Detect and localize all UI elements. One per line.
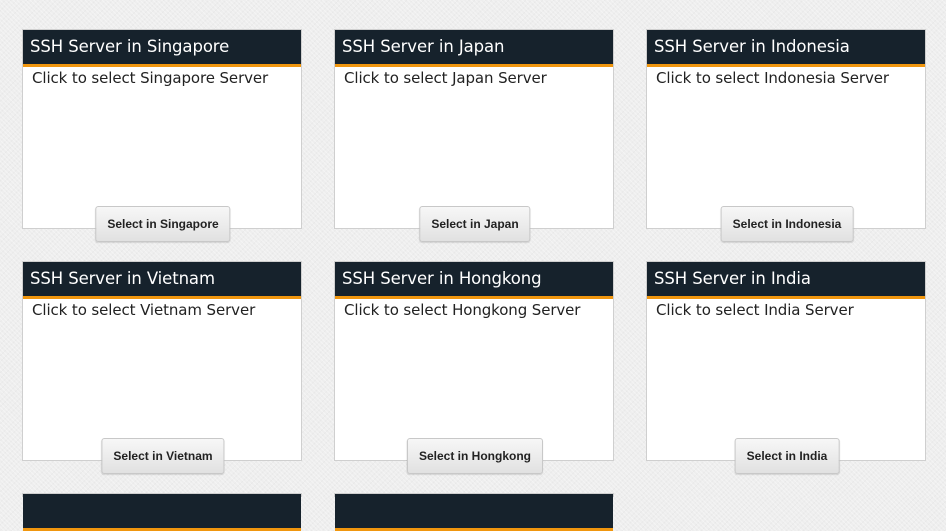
select-japan-button[interactable]: Select in Japan <box>419 206 531 242</box>
card-description[interactable]: Click to select Indonesia Server <box>647 67 925 87</box>
card-header <box>23 494 301 531</box>
card-title: SSH Server in India <box>654 269 811 288</box>
select-indonesia-button[interactable]: Select in Indonesia <box>720 206 854 242</box>
button-label: Select in India <box>746 449 828 463</box>
server-card-japan: SSH Server in Japan Click to select Japa… <box>334 29 614 242</box>
card-header: SSH Server in India <box>647 262 925 299</box>
card-header: SSH Server in Japan <box>335 30 613 67</box>
card-title: SSH Server in Vietnam <box>30 269 215 288</box>
button-label: Select in Japan <box>431 217 519 231</box>
select-singapore-button[interactable]: Select in Singapore <box>95 206 231 242</box>
server-card-hongkong: SSH Server in Hongkong Click to select H… <box>334 261 614 474</box>
button-label: Select in Indonesia <box>732 217 842 231</box>
card-title: SSH Server in Indonesia <box>654 37 850 56</box>
card-description[interactable]: Click to select Singapore Server <box>23 67 301 87</box>
server-card-india: SSH Server in India Click to select Indi… <box>646 261 926 474</box>
select-hongkong-button[interactable]: Select in Hongkong <box>406 438 544 474</box>
button-label: Select in Singapore <box>107 217 219 231</box>
server-card-partial <box>334 493 614 531</box>
server-card-partial <box>22 493 302 531</box>
select-india-button[interactable]: Select in India <box>734 438 840 474</box>
card-description[interactable]: Click to select Hongkong Server <box>335 299 613 319</box>
card-header: SSH Server in Vietnam <box>23 262 301 299</box>
card-description[interactable]: Click to select India Server <box>647 299 925 319</box>
card-header <box>335 494 613 531</box>
card-description[interactable]: Click to select Vietnam Server <box>23 299 301 319</box>
button-label: Select in Vietnam <box>113 449 213 463</box>
card-description[interactable]: Click to select Japan Server <box>335 67 613 87</box>
select-vietnam-button[interactable]: Select in Vietnam <box>101 438 225 474</box>
server-card-vietnam: SSH Server in Vietnam Click to select Vi… <box>22 261 302 474</box>
card-title: SSH Server in Japan <box>342 37 505 56</box>
card-title: SSH Server in Singapore <box>30 37 230 56</box>
button-label: Select in Hongkong <box>418 449 532 463</box>
card-header: SSH Server in Indonesia <box>647 30 925 67</box>
card-header: SSH Server in Singapore <box>23 30 301 67</box>
server-card-singapore: SSH Server in Singapore Click to select … <box>22 29 302 242</box>
card-header: SSH Server in Hongkong <box>335 262 613 299</box>
server-card-indonesia: SSH Server in Indonesia Click to select … <box>646 29 926 242</box>
card-title: SSH Server in Hongkong <box>342 269 542 288</box>
